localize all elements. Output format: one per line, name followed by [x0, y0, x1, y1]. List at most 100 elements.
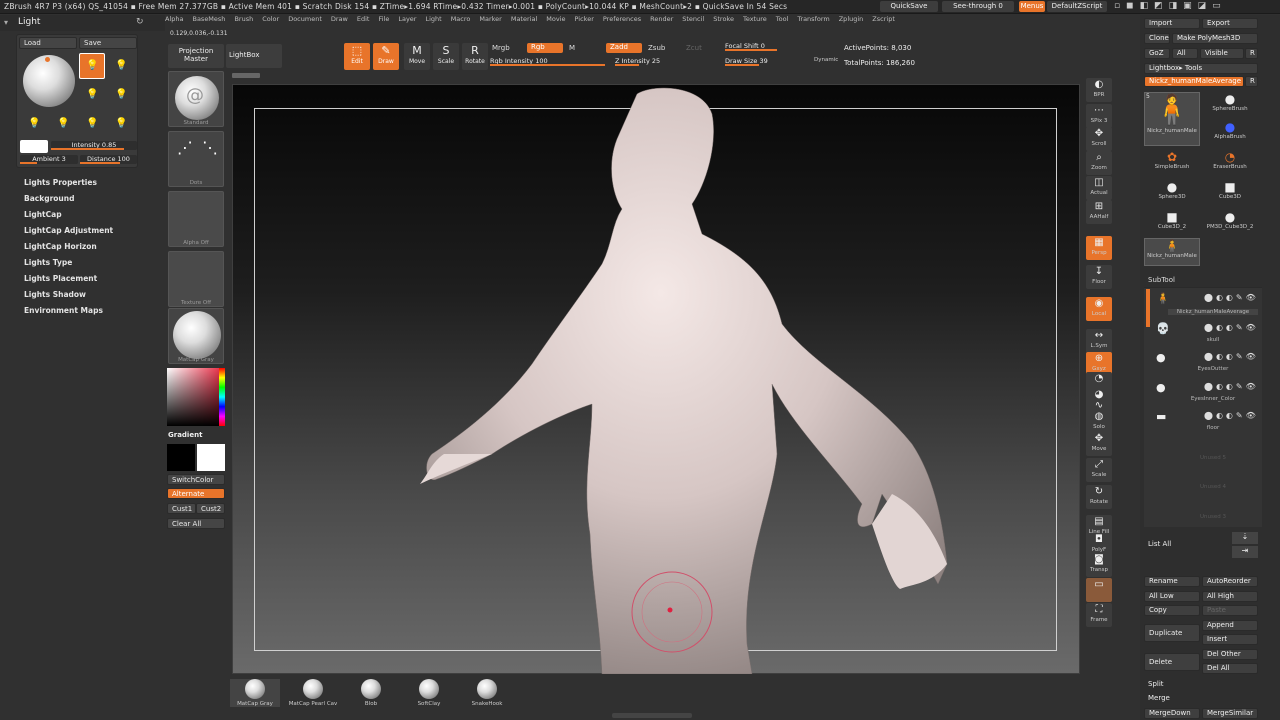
move-mode-button[interactable]: M Move: [404, 43, 430, 70]
merge-similar-button[interactable]: MergeSimilar: [1202, 708, 1258, 719]
menu-draw[interactable]: Draw: [331, 15, 348, 23]
all-high-button[interactable]: All High: [1202, 591, 1258, 602]
edit-mode-button[interactable]: ⬚ Edit: [344, 43, 370, 70]
right-shelf-button[interactable]: ▭: [1086, 578, 1112, 602]
light-menu-item[interactable]: LightCap Horizon: [24, 242, 113, 258]
merge-button[interactable]: Merge: [1144, 694, 1258, 705]
menu-tool[interactable]: Tool: [776, 15, 789, 23]
merge-down-button[interactable]: MergeDown: [1144, 708, 1200, 719]
menu-stroke[interactable]: Stroke: [713, 15, 734, 23]
tool-thumbnail[interactable]: 🧍 Nickz_humanMale: [1144, 238, 1200, 266]
menu-document[interactable]: Document: [288, 15, 322, 23]
subtool-item[interactable]: 💀 ⬤◐◐✎👁 skull: [1146, 319, 1260, 347]
all-low-button[interactable]: All Low: [1144, 591, 1200, 602]
right-shelf-button[interactable]: ◍ Solo: [1086, 410, 1112, 434]
right-shelf-button[interactable]: ▦ Persp: [1086, 236, 1112, 260]
right-shelf-button[interactable]: ✥ Move: [1086, 432, 1112, 456]
right-shelf-button[interactable]: ⌕ Zoom: [1086, 151, 1112, 175]
tool-thumbnail[interactable]: ● AlphaBrush: [1202, 120, 1258, 148]
mrgb-button[interactable]: Mrgb: [492, 44, 510, 52]
visible-button[interactable]: Visible: [1200, 48, 1244, 59]
alternate-button[interactable]: Alternate: [167, 488, 225, 499]
lightbox-button[interactable]: LightBox: [226, 44, 282, 68]
tool-thumbnail[interactable]: ■ Cube3D: [1202, 180, 1258, 208]
menu-file[interactable]: File: [378, 15, 389, 23]
menu-brush[interactable]: Brush: [234, 15, 253, 23]
projection-master-button[interactable]: Projection Master: [168, 44, 224, 68]
bottom-shelf-item[interactable]: MatCap Pearl Cav: [288, 679, 338, 707]
subtool-item[interactable]: Unused 3: [1146, 496, 1260, 524]
light-menu-item[interactable]: LightCap: [24, 210, 113, 226]
right-shelf-button[interactable]: ↧ Floor: [1086, 265, 1112, 289]
menu-layer[interactable]: Layer: [398, 15, 416, 23]
make-polymesh-button[interactable]: Make PolyMesh3D: [1172, 33, 1258, 44]
m-button[interactable]: M: [569, 44, 575, 52]
rotate-mode-button[interactable]: R Rotate: [462, 43, 488, 70]
light-menu-item[interactable]: Environment Maps: [24, 306, 113, 322]
dynamic-toggle[interactable]: Dynamic: [814, 57, 838, 63]
light-load-button[interactable]: Load: [19, 37, 77, 49]
tool-thumbnail[interactable]: ● SphereBrush: [1202, 92, 1258, 120]
split-button[interactable]: Split: [1144, 680, 1258, 691]
bottom-shelf-item[interactable]: Blob: [346, 679, 396, 707]
light-bulb-icon[interactable]: 💡: [86, 118, 98, 130]
light-bulb-icon[interactable]: 💡: [115, 89, 127, 101]
duplicate-button[interactable]: Duplicate: [1144, 624, 1200, 642]
right-shelf-button[interactable]: ◙ Transp: [1086, 553, 1112, 577]
cust2-button[interactable]: Cust2: [196, 503, 225, 514]
menu-material[interactable]: Material: [511, 15, 537, 23]
quicksave-button[interactable]: QuickSave: [880, 1, 938, 12]
right-shelf-button[interactable]: ◫ Actual: [1086, 176, 1112, 200]
menu-edit[interactable]: Edit: [357, 15, 370, 23]
window-controls[interactable]: ▫◼◧◩◨▣◪▭: [1114, 1, 1227, 11]
paste-button[interactable]: Paste: [1202, 605, 1258, 616]
append-button[interactable]: Append: [1202, 620, 1258, 631]
right-shelf-button[interactable]: ↔ L.Sym: [1086, 329, 1112, 353]
menu-basemesh[interactable]: BaseMesh: [192, 15, 225, 23]
default-zscript-button[interactable]: DefaultZScript: [1047, 1, 1107, 12]
menu-color[interactable]: Color: [262, 15, 279, 23]
arrow-move-icon[interactable]: ⇥: [1232, 546, 1258, 558]
draw-size-slider[interactable]: Draw Size 39: [725, 57, 810, 66]
material-tile[interactable]: MatCap Gray: [168, 308, 224, 364]
light-bulb-icon[interactable]: 💡: [57, 118, 69, 130]
autoreorder-button[interactable]: AutoReorder: [1202, 576, 1258, 587]
human-model[interactable]: [232, 84, 1080, 674]
collapse-icon[interactable]: ▾: [4, 18, 8, 27]
goz-button[interactable]: GoZ: [1144, 48, 1170, 59]
bottom-shelf-scroll[interactable]: [612, 713, 692, 718]
main-color-swatch[interactable]: [197, 444, 225, 471]
tool-thumbnail[interactable]: ● Sphere3D: [1144, 180, 1200, 208]
light-bulb-icon[interactable]: 💡: [28, 118, 40, 130]
menu-light[interactable]: Light: [425, 15, 441, 23]
copy-button[interactable]: Copy: [1144, 605, 1200, 616]
z-intensity-slider[interactable]: Z Intensity 25: [615, 57, 710, 66]
right-shelf-button[interactable]: ✥ Scroll: [1086, 127, 1112, 151]
rgb-button[interactable]: Rgb: [527, 43, 563, 53]
zsub-button[interactable]: Zsub: [648, 44, 665, 52]
subtool-item[interactable]: Unused 4: [1146, 466, 1260, 494]
refresh-icon[interactable]: ↻: [136, 17, 144, 27]
del-all-button[interactable]: Del All: [1202, 663, 1258, 674]
intensity-slider[interactable]: Intensity 0.85: [51, 141, 137, 150]
zadd-button[interactable]: Zadd: [606, 43, 642, 53]
right-shelf-button[interactable]: ⊞ AAHalf: [1086, 200, 1112, 224]
goz-all-button[interactable]: All: [1172, 48, 1198, 59]
menu-zscript[interactable]: Zscript: [872, 15, 895, 23]
subtool-visibility-icon[interactable]: ⬤◐◐✎👁: [1204, 411, 1259, 420]
bottom-shelf-item[interactable]: MatCap Gray: [230, 679, 280, 707]
light-bulb-icon[interactable]: 💡: [115, 60, 127, 72]
light-menu-item[interactable]: Lights Type: [24, 258, 113, 274]
see-through-slider[interactable]: See-through 0: [942, 1, 1014, 12]
light-bulb-icon[interactable]: 💡: [86, 89, 98, 101]
switchcolor-button[interactable]: SwitchColor: [167, 474, 225, 485]
gradient-label[interactable]: Gradient: [168, 431, 202, 439]
del-other-button[interactable]: Del Other: [1202, 649, 1258, 660]
draw-mode-button[interactable]: ✎ Draw: [373, 43, 399, 70]
right-shelf-button[interactable]: ◉ Local: [1086, 297, 1112, 321]
r-button-2[interactable]: R: [1245, 76, 1258, 87]
light-menu-item[interactable]: Lights Placement: [24, 274, 113, 290]
tool-thumbnail[interactable]: ■ Cube3D_2: [1144, 210, 1200, 238]
clear-all-button[interactable]: Clear All: [167, 518, 225, 529]
texture-tile[interactable]: Texture Off: [168, 251, 224, 307]
